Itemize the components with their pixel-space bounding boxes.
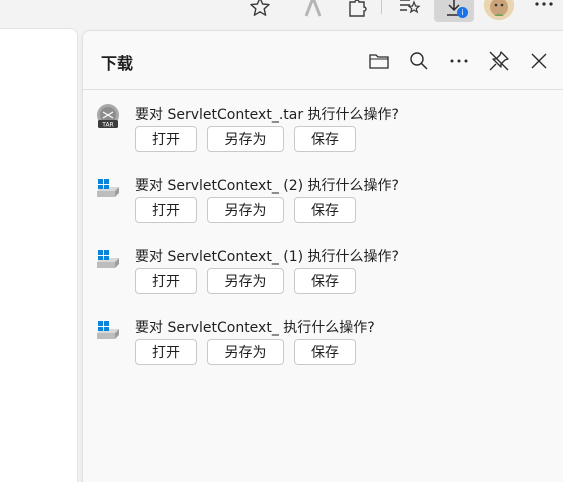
save-button[interactable]: 保存	[294, 268, 356, 294]
download-item: 要对 ServletContext_ (2) 执行什么操作? 打开 另存为 保存	[83, 173, 563, 239]
download-message: 要对 ServletContext_ 执行什么操作?	[135, 320, 375, 336]
read-aloud-icon[interactable]	[298, 0, 328, 22]
downloads-panel: 下载 TAR 要对 ServletContext_.tar 执行什么操作? 打开…	[82, 30, 563, 482]
save-as-button[interactable]: 另存为	[207, 339, 284, 365]
page-content-area[interactable]	[0, 28, 78, 482]
favorites-icon[interactable]	[394, 0, 424, 22]
open-button[interactable]: 打开	[135, 339, 197, 365]
download-message: 要对 ServletContext_ (1) 执行什么操作?	[135, 249, 399, 265]
close-icon[interactable]	[525, 47, 553, 75]
save-button[interactable]: 保存	[294, 126, 356, 152]
windows-installer-icon	[95, 317, 121, 343]
more-icon[interactable]	[532, 0, 556, 16]
more-options-icon[interactable]	[445, 47, 473, 75]
open-button[interactable]: 打开	[135, 126, 197, 152]
browser-toolbar: i	[0, 0, 563, 22]
folder-icon[interactable]	[365, 47, 393, 75]
browser-window: i 下载 TAR 要对 ServletContext_.tar 执行什么操作? …	[0, 0, 563, 482]
save-button[interactable]: 保存	[294, 339, 356, 365]
search-icon[interactable]	[405, 47, 433, 75]
toolbar-separator	[381, 0, 382, 14]
star-icon[interactable]	[245, 0, 275, 22]
download-item: 要对 ServletContext_ (1) 执行什么操作? 打开 另存为 保存	[83, 244, 563, 310]
save-as-button[interactable]: 另存为	[207, 197, 284, 223]
pin-icon[interactable]	[485, 47, 513, 75]
save-as-button[interactable]: 另存为	[207, 126, 284, 152]
download-message: 要对 ServletContext_.tar 执行什么操作?	[135, 107, 399, 123]
profile-avatar[interactable]	[484, 0, 514, 20]
download-badge: i	[457, 7, 468, 18]
windows-installer-icon	[95, 246, 121, 272]
panel-title: 下载	[101, 54, 134, 73]
download-item: 要对 ServletContext_ 执行什么操作? 打开 另存为 保存	[83, 315, 563, 381]
save-button[interactable]: 保存	[294, 197, 356, 223]
downloads-button[interactable]: i	[434, 0, 474, 22]
open-button[interactable]: 打开	[135, 268, 197, 294]
tar-type-label: TAR	[101, 122, 113, 129]
save-as-button[interactable]: 另存为	[207, 268, 284, 294]
extensions-icon[interactable]	[342, 0, 372, 22]
download-item: TAR 要对 ServletContext_.tar 执行什么操作? 打开 另存…	[83, 102, 563, 168]
tar-file-icon: TAR	[95, 104, 121, 130]
windows-installer-icon	[95, 175, 121, 201]
downloads-panel-header: 下载	[83, 31, 563, 90]
open-button[interactable]: 打开	[135, 197, 197, 223]
download-message: 要对 ServletContext_ (2) 执行什么操作?	[135, 178, 399, 194]
